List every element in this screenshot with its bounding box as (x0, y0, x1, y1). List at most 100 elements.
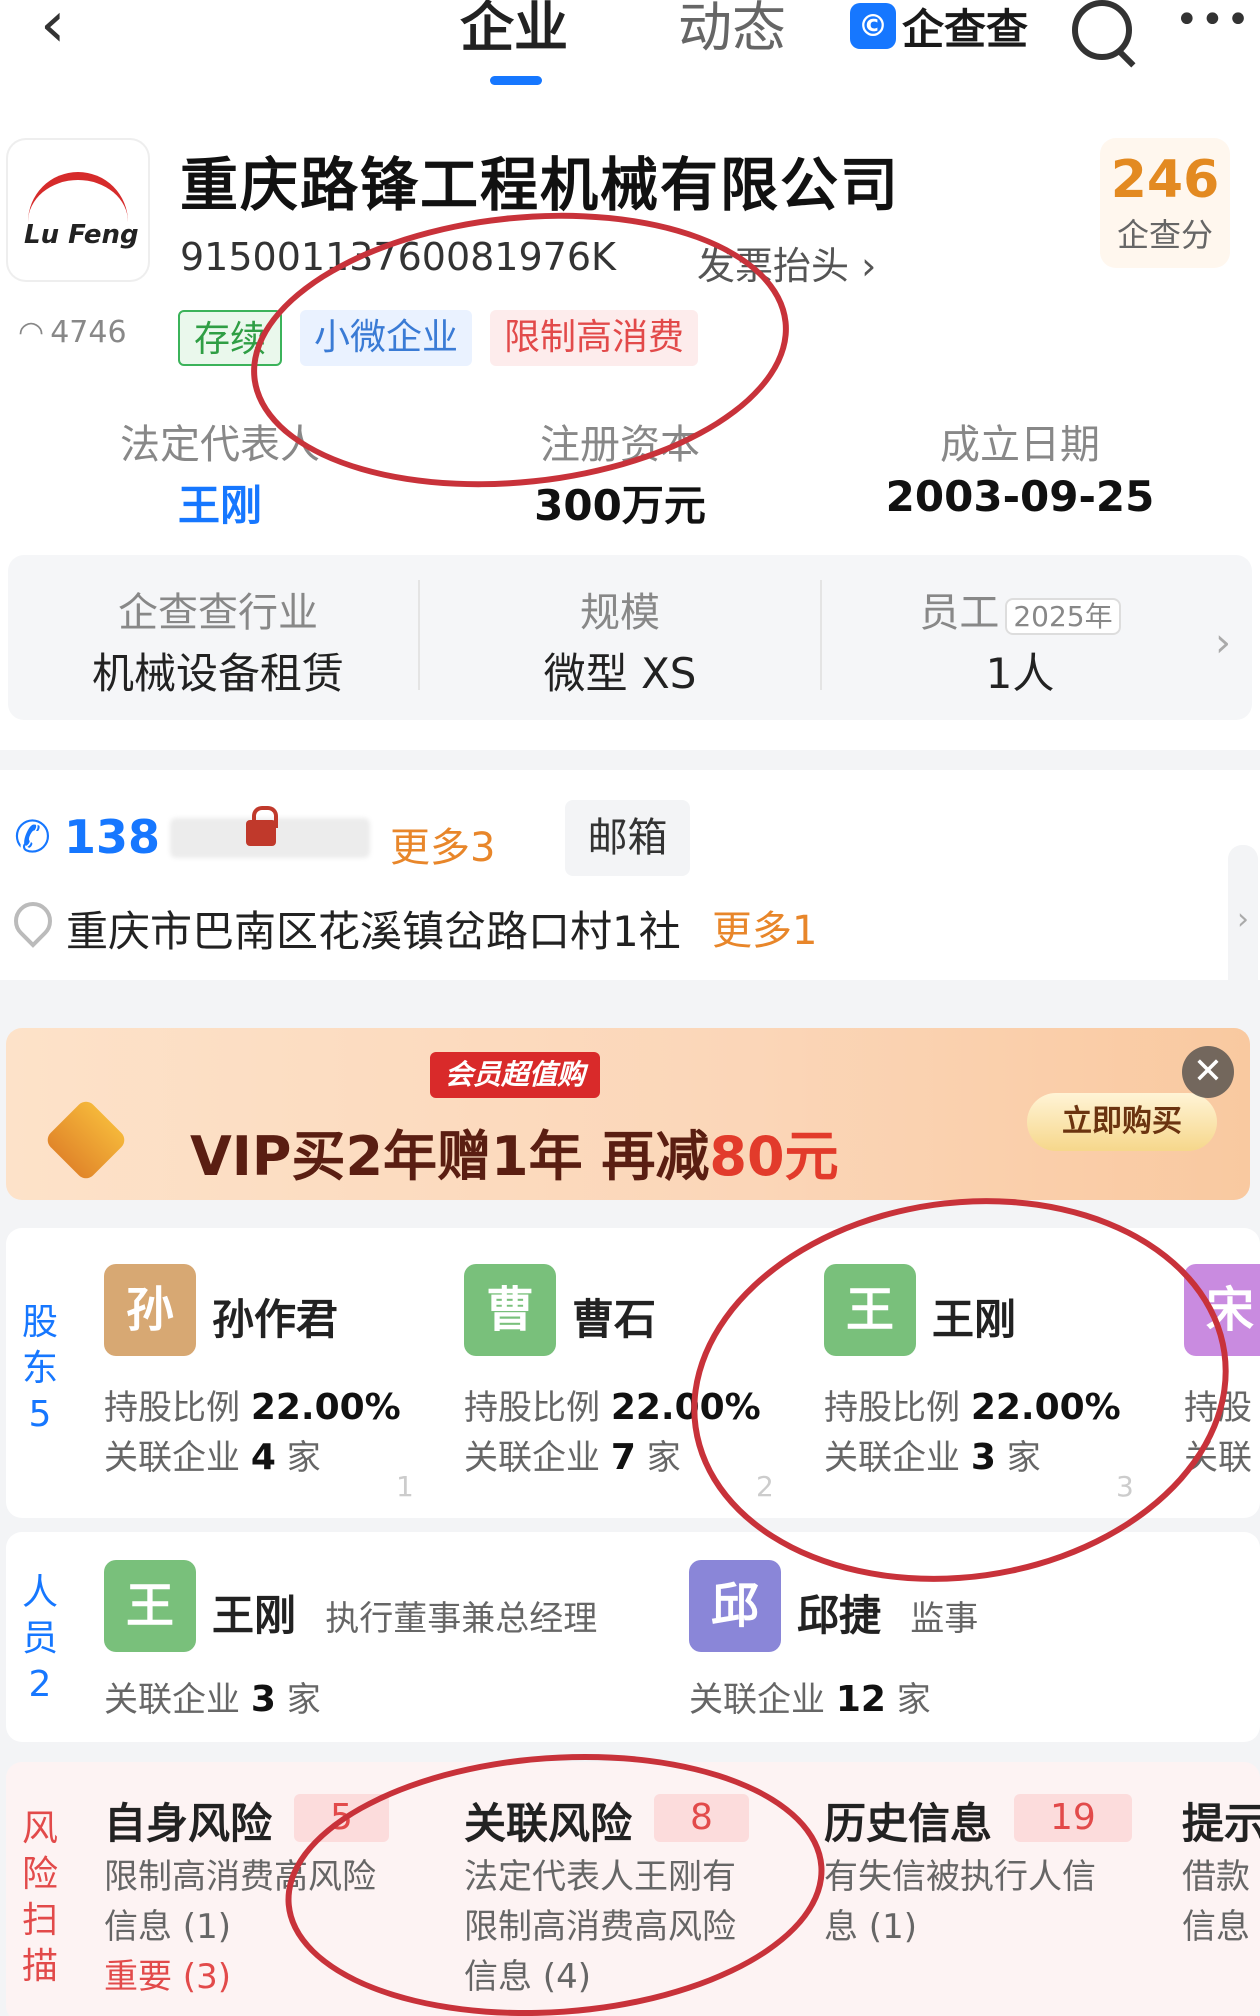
divider (418, 580, 420, 690)
industry-label: 企查查行业 (118, 590, 318, 636)
reg-capital-label: 注册资本 (540, 422, 700, 468)
related-companies: 关联企业 3 家 (824, 1437, 1041, 1478)
risk-title: 自身风险 (104, 1799, 273, 1848)
more-icon[interactable]: ••• (1175, 0, 1252, 40)
brand-mark-icon: © (850, 3, 896, 49)
email-button[interactable]: 邮箱 (565, 800, 690, 876)
legal-rep-label: 法定代表人 (120, 422, 320, 468)
avatar: 宋 (1184, 1264, 1260, 1356)
buy-now-button[interactable]: 立即购买 (1027, 1093, 1217, 1151)
brand-name: 企查查 (902, 4, 1029, 54)
employee-label-text: 员工 (919, 590, 1000, 636)
side-label-char: 险 (21, 1854, 58, 1895)
staff-name-row: 王刚 执行董事兼总经理 (212, 1582, 597, 1643)
company-logo-text: Lu Feng (24, 220, 139, 250)
tab-company[interactable]: 企业 (460, 0, 568, 56)
side-label-char: 股 (21, 1302, 58, 1343)
shareholder-card[interactable]: 孙 孙作君 持股比例 22.00% 关联企业 4 家 1 (100, 1238, 440, 1506)
vip-promo-highlight: 80元 (709, 1125, 839, 1188)
shareholder-card[interactable]: 曹 曹石 持股比例 22.00% 关联企业 7 家 2 (460, 1238, 800, 1506)
staff-name: 邱捷 (797, 1591, 882, 1640)
risk-desc: 借款 信息 (1182, 1857, 1250, 1947)
share-ratio: 持股比例 22.00% (824, 1387, 1121, 1428)
staff-card[interactable]: 王 王刚 执行董事兼总经理 关联企业 3 家 (100, 1540, 660, 1730)
risk-count-badge: 8 (654, 1794, 749, 1842)
lock-icon[interactable] (246, 806, 278, 846)
side-label-count: 5 (28, 1394, 52, 1435)
risk-title: 关联风险 (464, 1799, 633, 1848)
side-label-char: 人 (21, 1572, 58, 1613)
view-count: ◠ 4746 (18, 315, 127, 350)
score-value: 246 (1110, 150, 1220, 210)
related-companies: 关联 (1184, 1438, 1252, 1478)
staff-name: 王刚 (212, 1591, 297, 1640)
reg-capital-value: 300万元 (534, 481, 706, 530)
divider (820, 580, 822, 690)
eye-icon: ◠ (18, 315, 45, 350)
side-label-char: 风 (21, 1808, 58, 1849)
more-address-link[interactable]: 更多1 (712, 898, 817, 956)
scale-label: 规模 (580, 590, 660, 636)
side-label-char: 东 (21, 1348, 58, 1389)
tab-news[interactable]: 动态 (678, 0, 786, 56)
risk-side-label[interactable]: 风 险 扫 描 (10, 1806, 70, 1990)
related-companies: 关联企业 7 家 (464, 1437, 681, 1478)
avatar: 王 (104, 1560, 196, 1652)
side-label-char: 员 (21, 1618, 58, 1659)
search-icon[interactable] (1072, 0, 1132, 60)
staff-role: 监事 (910, 1599, 979, 1639)
address[interactable]: 重庆市巴南区花溪镇岔路口村1社 (66, 898, 681, 959)
chevron-right-icon[interactable]: › (1215, 620, 1231, 666)
founded-date-value: 2003-09-25 (885, 472, 1155, 521)
risk-count-badge: 19 (1014, 1794, 1132, 1842)
related-companies: 关联企业 3 家 (104, 1679, 321, 1720)
vip-badge: 会员超值购 (430, 1052, 600, 1098)
risk-count-badge: 5 (294, 1794, 389, 1842)
tab-active-indicator (490, 76, 542, 85)
close-icon[interactable]: ✕ (1182, 1046, 1234, 1098)
industry-value: 机械设备租赁 (91, 649, 344, 698)
side-label-char: 扫 (21, 1900, 58, 1941)
share-ratio: 持股比例 22.00% (464, 1387, 761, 1428)
vip-promo-prefix: VIP买2年赠1年 再减 (190, 1125, 710, 1188)
risk-card-history[interactable]: 历史信息 19 有失信被执行人信 息 (1) (824, 1790, 1164, 2010)
avatar: 孙 (104, 1264, 196, 1356)
company-logo: Lu Feng (8, 140, 148, 280)
share-ratio: 持股 (1184, 1388, 1252, 1428)
staff-card[interactable]: 邱 邱捷 监事 关联企业 12 家 (685, 1540, 1245, 1730)
card-index: 3 (1116, 1470, 1134, 1503)
staff-name-row: 邱捷 监事 (797, 1582, 978, 1643)
back-icon[interactable]: ‹ (40, 0, 90, 60)
view-count-value: 4746 (50, 315, 127, 350)
avatar: 曹 (464, 1264, 556, 1356)
score-label: 企查分 (1116, 216, 1213, 254)
employee-year-chip: 2025年 (1005, 598, 1121, 635)
phone-icon[interactable]: ✆ (14, 812, 51, 863)
shareholder-name: 王刚 (932, 1295, 1017, 1344)
risk-title: 提示 (1182, 1799, 1260, 1848)
invoice-title-link[interactable]: 发票抬头 › (697, 235, 876, 290)
staff-side-label[interactable]: 人 员 2 (10, 1570, 70, 1708)
qcc-score[interactable]: 246 企查分 (1100, 138, 1230, 268)
share-ratio: 持股比例 22.00% (104, 1387, 401, 1428)
more-phones-link[interactable]: 更多3 (390, 815, 495, 873)
phone-number[interactable]: 138 (64, 810, 160, 864)
shareholder-name: 孙作君 (212, 1295, 339, 1344)
employee-value: 1人 (985, 649, 1055, 698)
chevron-right-icon[interactable]: › (1228, 845, 1258, 995)
risk-desc: 法定代表人王刚有 限制高消费高风险 信息 (4) (464, 1857, 736, 1997)
shareholder-card[interactable]: 王 王刚 持股比例 22.00% 关联企业 3 家 3 (820, 1238, 1160, 1506)
side-label-char: 描 (21, 1946, 58, 1987)
credit-code: 91500113760081976K (180, 235, 616, 279)
shareholders-side-label[interactable]: 股 东 5 (10, 1300, 70, 1438)
vip-promo-text: VIP买2年赠1年 再减80元 (190, 1112, 839, 1191)
risk-card-notice[interactable]: 提示 借款 信息 (1182, 1790, 1260, 2010)
risk-desc: 限制高消费高风险 信息 (1) 重要 (3) (104, 1857, 376, 1997)
shareholder-card[interactable]: 宋 持股 关联 (1180, 1238, 1260, 1506)
legal-rep-value[interactable]: 王刚 (60, 472, 380, 533)
risk-card-related[interactable]: 关联风险 8 法定代表人王刚有 限制高消费高风险 信息 (4) (464, 1790, 804, 2010)
restriction-badge[interactable]: 限制高消费 (490, 310, 699, 366)
size-badge[interactable]: 小微企业 (300, 310, 473, 366)
risk-title: 历史信息 (824, 1799, 993, 1848)
risk-card-self[interactable]: 自身风险 5 限制高消费高风险 信息 (1) 重要 (3) (104, 1790, 444, 2010)
